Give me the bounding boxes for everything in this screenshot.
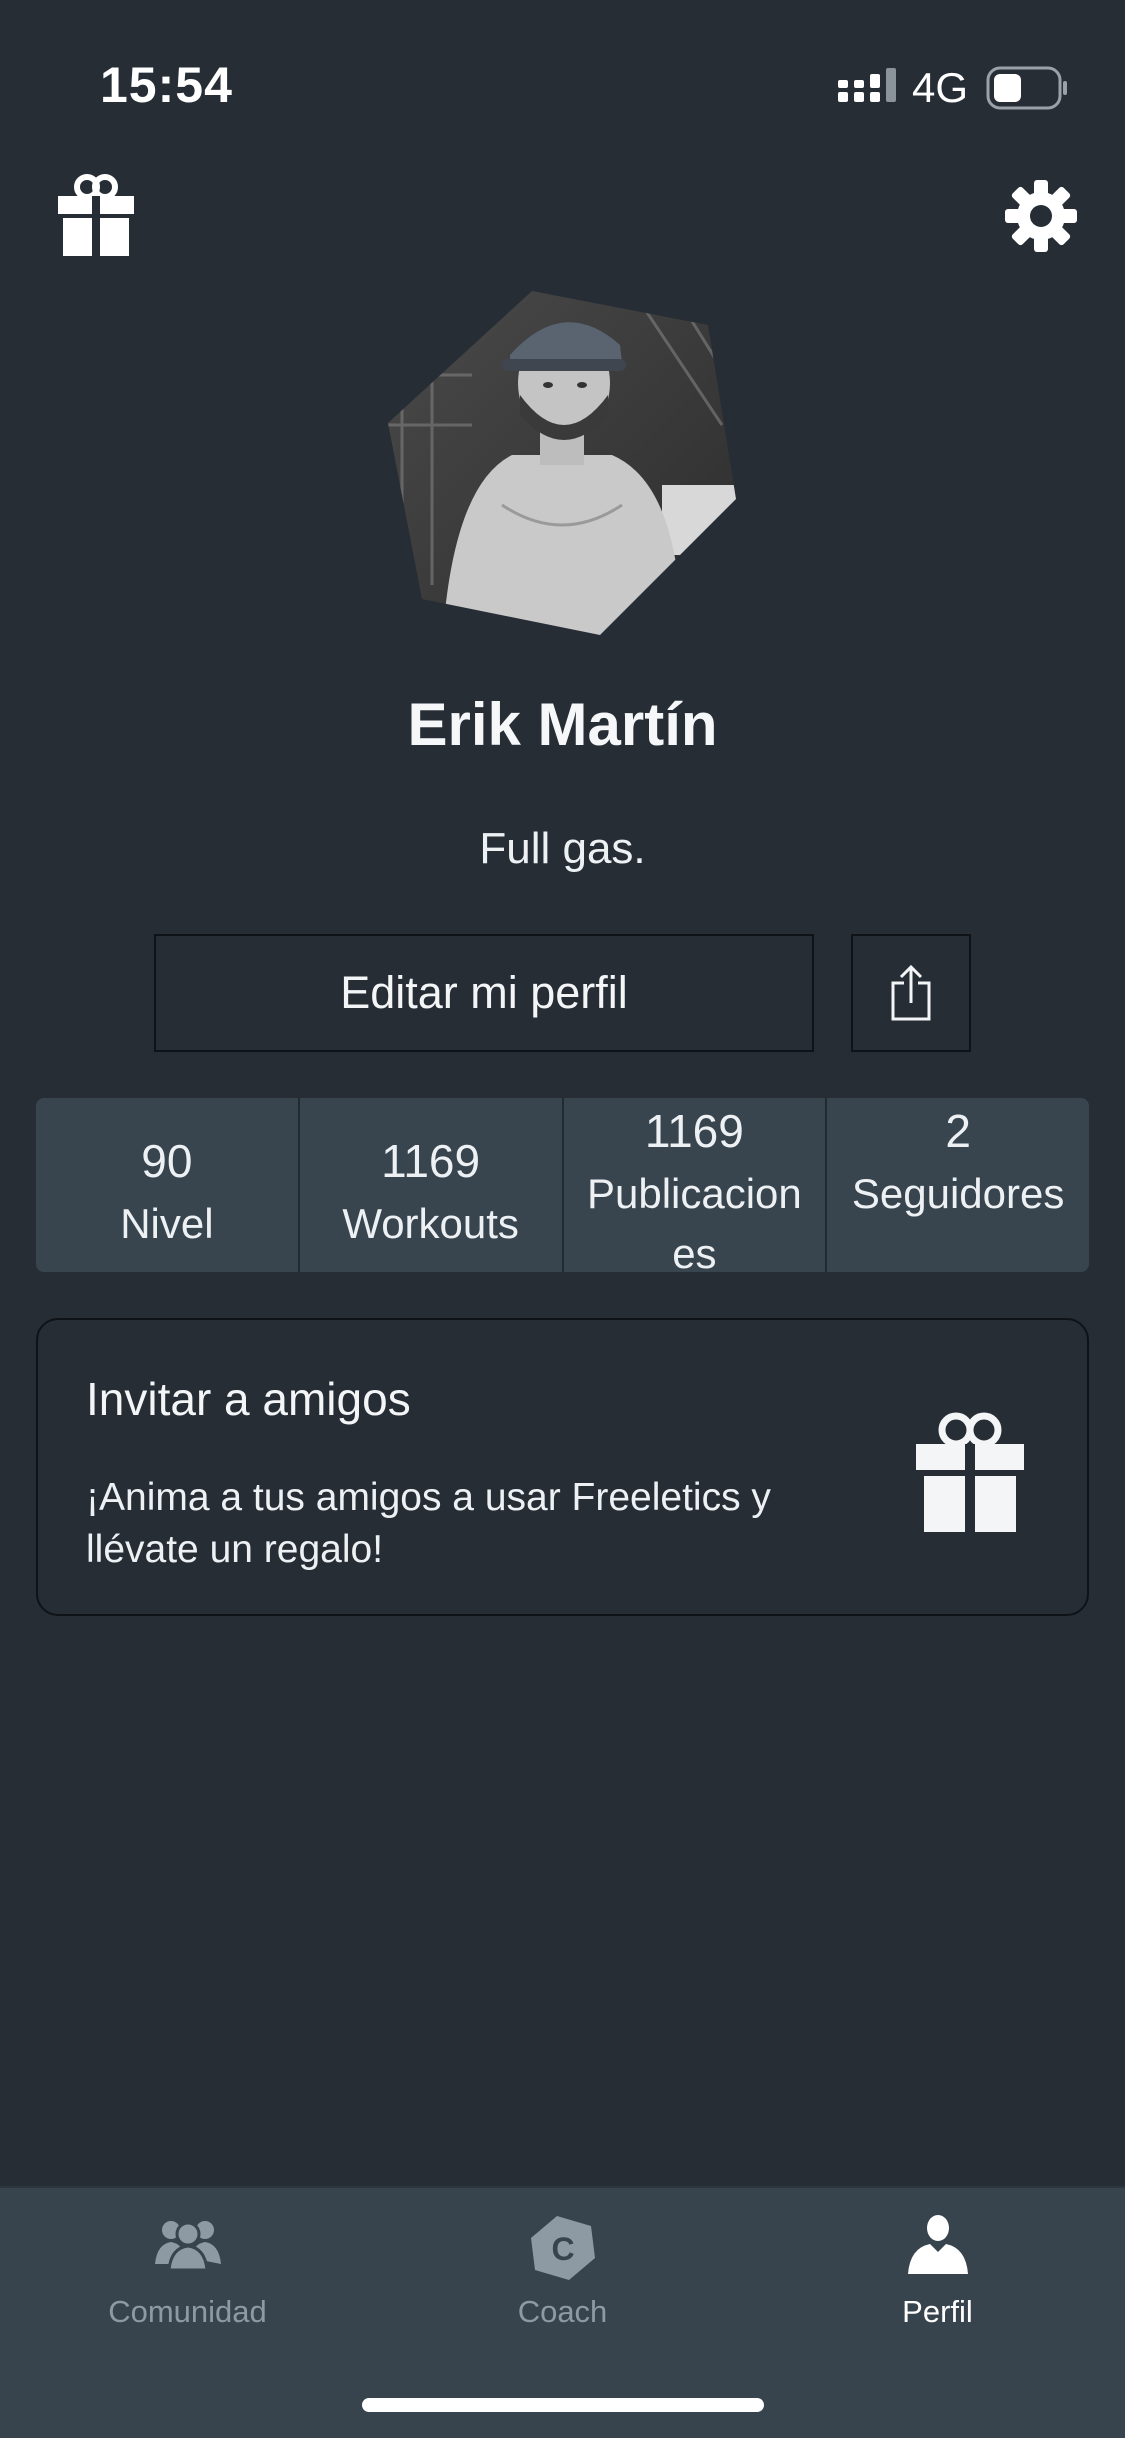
share-button[interactable]: [851, 934, 971, 1052]
gift-icon: [916, 1412, 1024, 1532]
avatar[interactable]: [382, 285, 744, 647]
coach-icon: C: [530, 2216, 595, 2280]
tab-label: Comunidad: [108, 2294, 267, 2329]
share-icon: [891, 965, 931, 1021]
invite-description: ¡Anima a tus amigos a usar Freeletics y …: [86, 1476, 771, 1571]
stat-value: 1169: [381, 1135, 481, 1187]
tab-community[interactable]: Comunidad: [0, 2188, 375, 2358]
signal-icon: [838, 68, 896, 102]
invite-title: Invitar a amigos: [86, 1373, 411, 1425]
stat-label: Workouts: [342, 1200, 519, 1247]
network-label: 4G: [912, 64, 969, 111]
status-bar: 15:54 4G: [0, 0, 1125, 140]
profile-name: Erik Martín: [407, 691, 718, 758]
community-icon: [154, 2221, 221, 2272]
invite-friends-card[interactable]: Invitar a amigos ¡Anima a tus amigos a u…: [36, 1318, 1089, 1616]
stat-label: Seguidores: [851, 1170, 1065, 1217]
stat-posts[interactable]: 1169 Publicaciones: [564, 1098, 828, 1272]
home-indicator[interactable]: [362, 2398, 764, 2412]
status-time: 15:54: [100, 57, 233, 113]
tab-profile[interactable]: Perfil: [750, 2188, 1125, 2358]
tab-label: Coach: [517, 2294, 608, 2329]
stat-value: 90: [141, 1135, 193, 1187]
tab-label: Perfil: [902, 2294, 973, 2329]
tab-coach[interactable]: C Coach: [375, 2188, 750, 2358]
stats-row: 90 Nivel 1169 Workouts 1169 Publicacione…: [36, 1098, 1089, 1272]
stat-level[interactable]: 90 Nivel: [36, 1098, 300, 1272]
stat-label: Publicaciones: [586, 1170, 802, 1272]
stat-value: 2: [945, 1105, 971, 1157]
stat-followers[interactable]: 2 Seguidores: [827, 1098, 1089, 1272]
coach-icon-letter: C: [551, 2231, 574, 2267]
profile-bio: Full gas.: [479, 824, 646, 873]
gear-icon[interactable]: [1005, 180, 1077, 252]
battery-icon: [986, 66, 1067, 110]
edit-profile-button[interactable]: Editar mi perfil: [154, 934, 814, 1052]
gift-icon[interactable]: [58, 174, 134, 256]
stat-workouts[interactable]: 1169 Workouts: [300, 1098, 564, 1272]
stat-value: 1169: [644, 1105, 744, 1157]
edit-profile-label: Editar mi perfil: [340, 967, 628, 1018]
profile-icon: [907, 2215, 968, 2274]
stat-label: Nivel: [120, 1200, 214, 1247]
